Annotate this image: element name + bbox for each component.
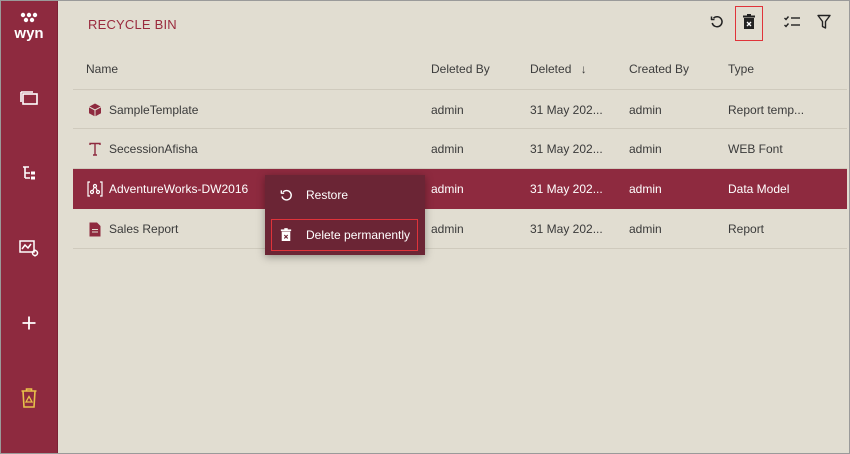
cell-deleted: 31 May 202...	[530, 182, 603, 196]
sidebar-item-monitor[interactable]	[1, 228, 57, 268]
logo-text: wyn	[13, 25, 43, 41]
sidebar-item-recycle-bin[interactable]	[1, 378, 57, 418]
empty-recycle-bin-highlight	[735, 6, 763, 41]
cell-created-by: admin	[629, 222, 662, 236]
table-row-selected[interactable]: AdventureWorks-DW2016 admin 31 May 202..…	[73, 169, 847, 209]
monitor-icon	[18, 238, 40, 258]
table-row[interactable]: SecessionAfisha admin 31 May 202... admi…	[73, 129, 847, 169]
restore-label: Restore	[306, 188, 349, 202]
cell-deleted-by: admin	[431, 142, 464, 156]
cell-type: Report	[728, 222, 765, 236]
column-settings-icon	[783, 14, 801, 35]
sort-descending-icon: ↓	[580, 62, 587, 76]
filter-button[interactable]	[812, 12, 836, 36]
column-header-deleted-label: Deleted	[530, 62, 572, 76]
sidebar-item-documents[interactable]	[1, 78, 57, 118]
cell-name: Sales Report	[109, 222, 179, 236]
report-template-icon	[87, 102, 103, 118]
report-icon	[87, 221, 103, 237]
cell-type: WEB Font	[728, 142, 783, 156]
column-header-created-by[interactable]: Created By	[629, 62, 689, 76]
hierarchy-icon	[20, 164, 38, 182]
sidebar: wyn	[1, 1, 58, 453]
table-row[interactable]: Sales Report admin 31 May 202... admin R…	[73, 209, 847, 249]
table-row[interactable]: SampleTemplate admin 31 May 202... admin…	[73, 89, 847, 129]
cell-created-by: admin	[629, 142, 662, 156]
cell-deleted-by: admin	[431, 182, 464, 196]
cell-name: SampleTemplate	[109, 103, 199, 117]
refresh-icon	[709, 14, 725, 35]
sidebar-item-hierarchy[interactable]	[1, 153, 57, 193]
cell-type: Data Model	[728, 182, 790, 196]
cell-deleted-by: admin	[431, 103, 464, 117]
documents-icon	[19, 89, 39, 107]
cell-deleted: 31 May 202...	[530, 142, 603, 156]
plus-icon	[21, 315, 37, 331]
cell-deleted: 31 May 202...	[530, 222, 603, 236]
wyn-logo[interactable]: wyn	[9, 11, 49, 42]
cell-deleted-by: admin	[431, 222, 464, 236]
column-settings-button[interactable]	[780, 12, 804, 36]
column-header-type[interactable]: Type	[728, 62, 754, 76]
recycle-bin-icon	[20, 387, 38, 409]
cell-created-by: admin	[629, 103, 662, 117]
app-window: wyn RECYCLE BIN Name Deleted By Deleted …	[0, 0, 850, 454]
column-header-name[interactable]: Name	[86, 62, 118, 76]
menu-item-restore[interactable]: Restore	[265, 175, 425, 215]
context-menu: Restore Delete permanently	[265, 175, 425, 255]
cell-name: SecessionAfisha	[109, 142, 198, 156]
filter-icon	[817, 14, 831, 35]
data-model-icon	[87, 181, 103, 197]
cell-created-by: admin	[629, 182, 662, 196]
delete-permanently-highlight	[271, 219, 418, 251]
column-header-deleted-by[interactable]: Deleted By	[431, 62, 490, 76]
sidebar-item-create[interactable]	[1, 303, 57, 343]
page-title: RECYCLE BIN	[88, 17, 177, 32]
cell-deleted: 31 May 202...	[530, 103, 603, 117]
cell-type: Report temp...	[728, 103, 805, 117]
cell-name: AdventureWorks-DW2016	[109, 182, 249, 196]
restore-icon	[278, 187, 294, 203]
font-icon	[87, 141, 103, 157]
refresh-button[interactable]	[705, 12, 729, 36]
column-header-deleted[interactable]: Deleted ↓	[530, 62, 587, 76]
